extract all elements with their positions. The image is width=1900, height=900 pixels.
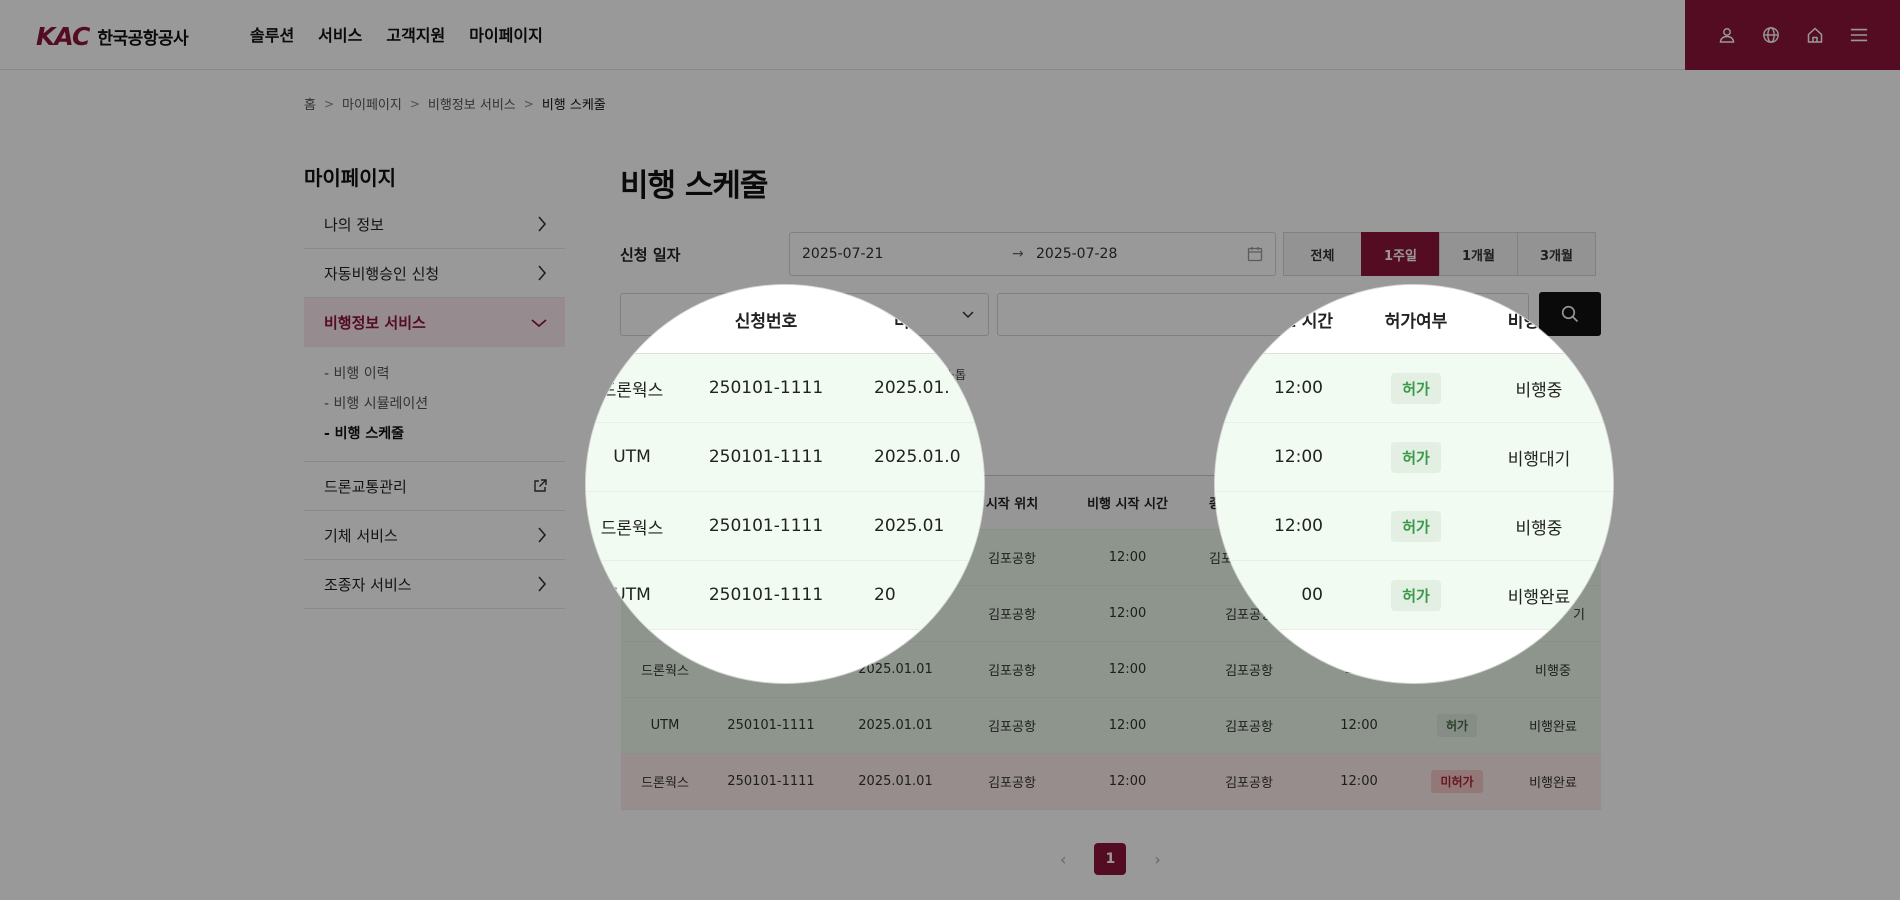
zoom-column-header: 비 <box>894 311 910 332</box>
zoom-column-header: 신청번호 <box>734 311 798 332</box>
zoom-row: UTM 250101-1111 20 <box>586 561 984 630</box>
zoom-row: UTM 250101-1111 2025.01.0 <box>586 423 984 492</box>
zoom-column-header: 허가여부 <box>1384 311 1448 332</box>
zoom-lens-right: 종료 시간 허가여부 비행상태 12:00 허가 비행중 12:00 허가 비행… <box>1215 285 1613 683</box>
permit-badge: 허가 <box>1391 372 1441 404</box>
zoom-row: 00 허가 비행완료 <box>1215 561 1613 630</box>
zoom-row: 드론웍스 250101-1111 2025.01 <box>586 492 984 561</box>
zoom-row: 12:00 허가 비행중 <box>1215 492 1613 561</box>
zoom-column-header: 타입 <box>616 311 648 332</box>
zoom-column-header: 비행상태 <box>1507 311 1571 332</box>
zoom-header: 종료 시간 허가여부 비행상태 <box>1215 285 1613 354</box>
zoom-row: 드론웍스 250101-1111 2025.01. <box>586 354 984 423</box>
permit-badge: 허가 <box>1391 510 1441 542</box>
permit-badge: 허가 <box>1391 579 1441 611</box>
zoom-row: 12:00 허가 비행중 <box>1215 354 1613 423</box>
zoom-header: 타입 신청번호 비 <box>586 285 984 354</box>
zoom-row: 12:00 허가 비행대기 <box>1215 423 1613 492</box>
zoom-column-header: 종료 시간 <box>1264 311 1333 332</box>
permit-badge: 허가 <box>1391 441 1441 473</box>
zoom-lens-left: 타입 신청번호 비 드론웍스 250101-1111 2025.01. UTM … <box>586 285 984 683</box>
